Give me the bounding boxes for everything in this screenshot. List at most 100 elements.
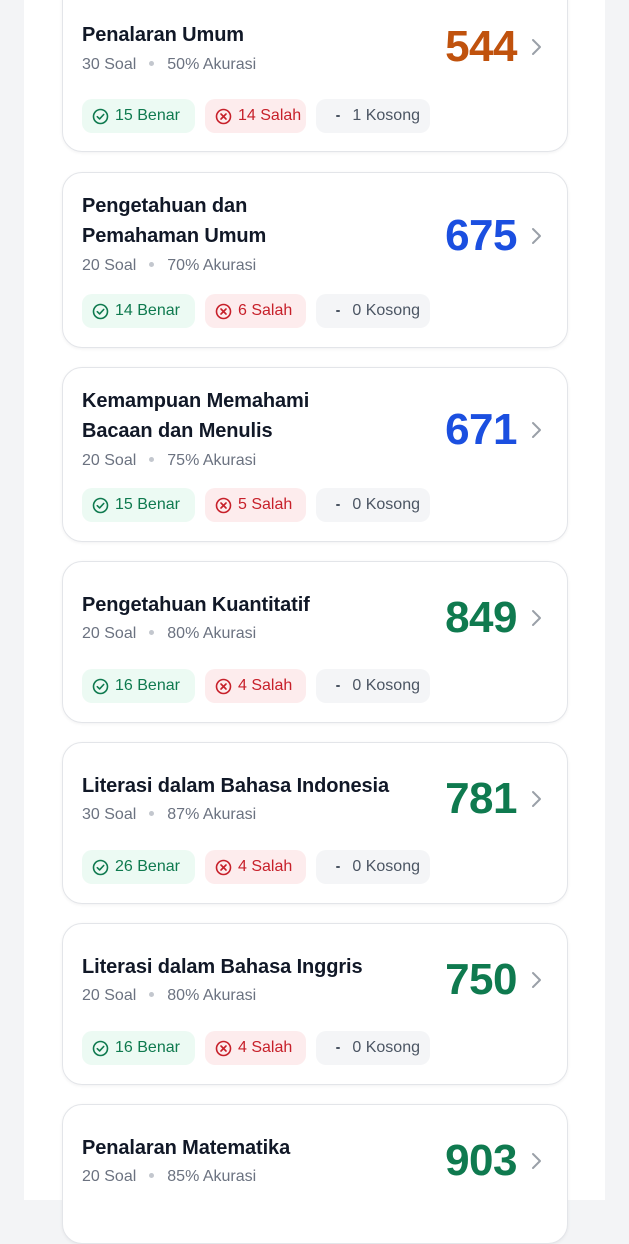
score-value: 671 [445, 405, 517, 454]
question-count: 20 Soal [82, 987, 137, 1004]
question-count: 20 Soal [82, 257, 137, 274]
accuracy: 70% Akurasi [167, 257, 257, 274]
accuracy: 87% Akurasi [167, 806, 257, 823]
check-circle-icon [92, 678, 109, 694]
correct-badge: 14 Benar [82, 294, 195, 328]
subtest-meta: 20 Soal 70% Akurasi [82, 256, 256, 276]
question-count: 20 Soal [82, 625, 137, 642]
correct-badge: 15 Benar [82, 99, 195, 133]
empty-badge: 0 Kosong [316, 850, 430, 884]
subtest-card-penalaran-umum[interactable]: Penalaran Umum 30 Soal 50% Akurasi 544 15… [62, 0, 568, 152]
subtest-meta: 20 Soal 80% Akurasi [82, 986, 256, 1006]
dash-icon [336, 115, 341, 117]
correct-count: 15 Benar [115, 107, 180, 124]
dash-icon [336, 685, 341, 687]
correct-count: 16 Benar [115, 677, 180, 694]
score-value: 903 [445, 1136, 517, 1185]
wrong-badge: 4 Salah [205, 850, 306, 884]
wrong-count: 4 Salah [238, 1039, 293, 1056]
x-circle-icon [215, 678, 232, 694]
wrong-badge: 6 Salah [205, 294, 306, 328]
dash-icon [336, 310, 341, 312]
separator-dot [149, 60, 155, 66]
subtest-card-pengetahuan-kuantitatif[interactable]: Pengetahuan Kuantitatif 20 Soal 80% Akura… [62, 561, 568, 723]
subtest-meta: 30 Soal 87% Akurasi [82, 805, 256, 825]
question-count: 30 Soal [82, 806, 137, 823]
subtest-meta: 20 Soal 85% Akurasi [82, 1167, 256, 1187]
accuracy: 80% Akurasi [167, 625, 257, 642]
separator-dot [149, 456, 155, 462]
correct-count: 14 Benar [115, 302, 180, 319]
accuracy: 85% Akurasi [167, 1168, 257, 1185]
wrong-count: 4 Salah [238, 858, 293, 875]
correct-count: 15 Benar [115, 496, 180, 513]
separator-dot [149, 261, 155, 267]
correct-badge: 26 Benar [82, 850, 195, 884]
empty-count: 0 Kosong [352, 1039, 420, 1056]
x-circle-icon [215, 303, 232, 319]
score-value: 781 [445, 774, 517, 823]
subtest-title: Penalaran Matematika [82, 1137, 291, 1159]
question-count: 20 Soal [82, 1168, 137, 1185]
subtest-card-pengetahuan-pemahaman-umum[interactable]: Pengetahuan dan Pemahaman Umum 20 Soal 70… [62, 172, 568, 348]
subtest-title: Literasi dalam Bahasa Inggris [82, 956, 363, 978]
score-value: 849 [445, 593, 517, 642]
x-circle-icon [215, 1040, 232, 1056]
check-circle-icon [92, 497, 109, 513]
chevron-right-icon [532, 228, 541, 244]
chevron-right-icon [532, 39, 541, 55]
subtest-card-literasi-bahasa-inggris[interactable]: Literasi dalam Bahasa Inggris 20 Soal 80%… [62, 923, 568, 1085]
empty-count: 0 Kosong [352, 302, 420, 319]
subtest-card-kemampuan-memahami-bacaan[interactable]: Kemampuan Memahami Bacaan dan Menulis 20… [62, 367, 568, 542]
chevron-right-icon [532, 972, 541, 988]
separator-dot [149, 1172, 155, 1178]
empty-badge: 1 Kosong [316, 99, 430, 133]
subtest-title: Kemampuan Memahami Bacaan dan Menulis [82, 390, 310, 442]
subtest-card-penalaran-matematika[interactable]: Penalaran Matematika 20 Soal 85% Akurasi … [62, 1104, 568, 1244]
subtest-meta: 30 Soal 50% Akurasi [82, 55, 256, 75]
separator-dot [149, 991, 155, 997]
subtest-meta: 20 Soal 80% Akurasi [82, 624, 256, 644]
wrong-count: 14 Salah [238, 107, 302, 124]
answer-summary: 14 Benar 6 Salah 0 Kosong [82, 294, 430, 328]
accuracy: 80% Akurasi [167, 987, 257, 1004]
score-value: 750 [445, 955, 517, 1004]
chevron-right-icon [532, 791, 541, 807]
chevron-right-icon [532, 422, 541, 438]
dash-icon [336, 504, 341, 506]
empty-count: 0 Kosong [352, 677, 420, 694]
correct-badge: 16 Benar [82, 1031, 195, 1065]
check-circle-icon [92, 108, 109, 124]
empty-badge: 0 Kosong [316, 669, 430, 703]
correct-badge: 16 Benar [82, 669, 195, 703]
subtest-title: Pengetahuan dan Pemahaman Umum [82, 195, 267, 247]
wrong-badge: 4 Salah [205, 669, 306, 703]
wrong-count: 6 Salah [238, 302, 293, 319]
check-circle-icon [92, 1040, 109, 1056]
correct-count: 26 Benar [115, 858, 180, 875]
check-circle-icon [92, 303, 109, 319]
chevron-right-icon [532, 610, 541, 626]
separator-dot [149, 629, 155, 635]
empty-count: 0 Kosong [352, 858, 420, 875]
check-circle-icon [92, 859, 109, 875]
answer-summary: 16 Benar 4 Salah 0 Kosong [82, 669, 430, 703]
score-value: 675 [445, 211, 517, 260]
x-circle-icon [215, 108, 232, 124]
x-circle-icon [215, 859, 232, 875]
subtest-title: Literasi dalam Bahasa Indonesia [82, 775, 390, 797]
subtest-title: Pengetahuan Kuantitatif [82, 594, 310, 616]
empty-count: 0 Kosong [352, 496, 420, 513]
dash-icon [336, 1047, 341, 1049]
empty-badge: 0 Kosong [316, 294, 430, 328]
wrong-count: 5 Salah [238, 496, 293, 513]
subtest-meta: 20 Soal 75% Akurasi [82, 451, 256, 471]
subtest-title: Penalaran Umum [82, 24, 244, 46]
accuracy: 50% Akurasi [167, 56, 257, 73]
answer-summary: 26 Benar 4 Salah 0 Kosong [82, 850, 430, 884]
subtest-card-literasi-bahasa-indonesia[interactable]: Literasi dalam Bahasa Indonesia 30 Soal 8… [62, 742, 568, 904]
wrong-badge: 4 Salah [205, 1031, 306, 1065]
x-circle-icon [215, 497, 232, 513]
wrong-badge: 5 Salah [205, 488, 306, 522]
accuracy: 75% Akurasi [167, 452, 257, 469]
